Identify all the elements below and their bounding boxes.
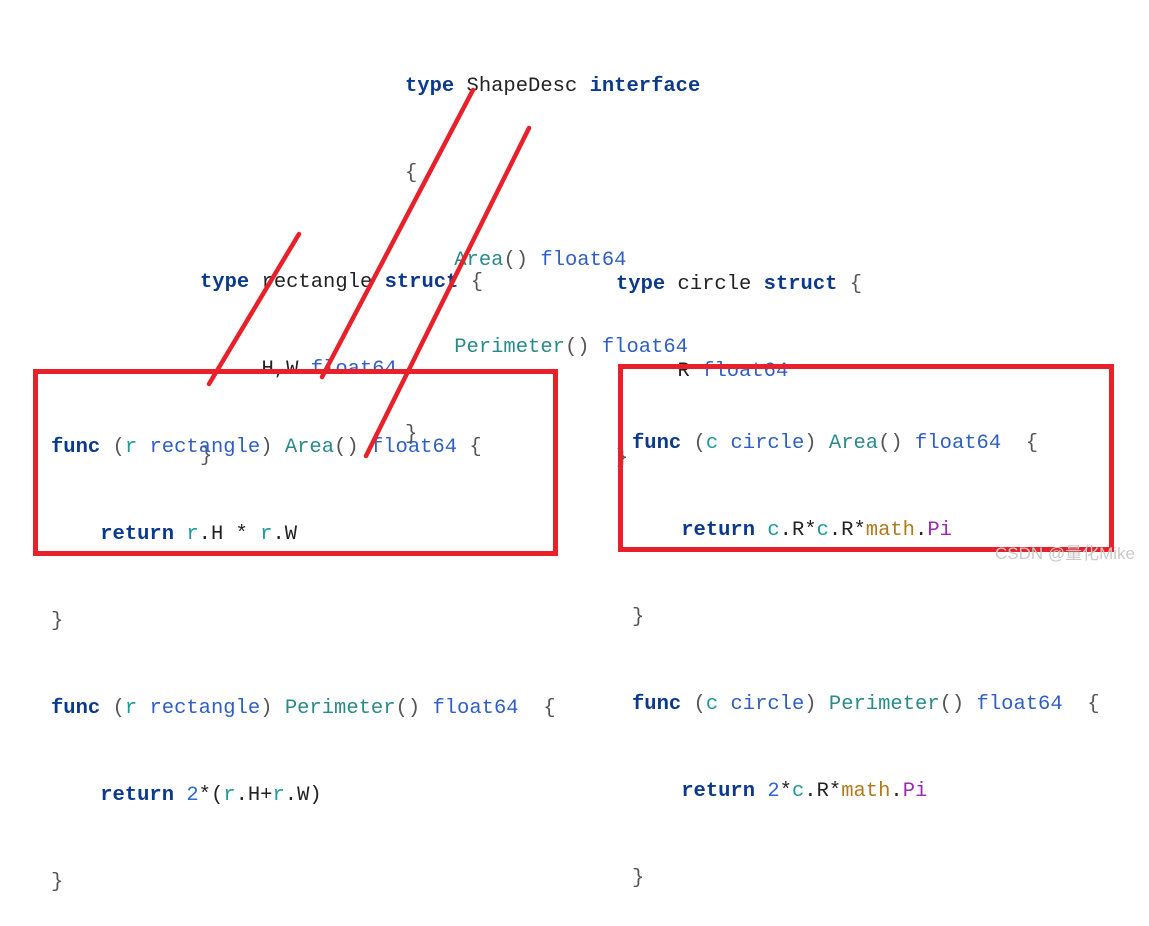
return-expression: 2*(r.H+r.W) [186, 784, 321, 807]
expression-token: .R* [804, 780, 842, 803]
connector-area [319, 87, 476, 380]
expression-token: Pi [902, 780, 928, 803]
expression-token: .W) [284, 784, 322, 807]
connector-receiver [206, 231, 302, 387]
expression-token: .H+ [235, 784, 273, 807]
expression-token: r [223, 784, 236, 807]
expression-token: r [272, 784, 285, 807]
expression-token: 2 [767, 780, 780, 803]
expression-token: * [779, 780, 792, 803]
connector-overlay [206, 87, 532, 459]
return-expression: 2*c.R*math.Pi [767, 780, 927, 803]
expression-token: 2 [186, 784, 199, 807]
circle-perimeter-method: func (c circle) Perimeter() float64 { [632, 693, 1100, 716]
expression-token: math [841, 780, 891, 803]
expression-token: *( [198, 784, 224, 807]
watermark: CSDN @量化Mike [994, 544, 1135, 563]
connector-perimeter [363, 125, 532, 459]
expression-token: c [791, 780, 805, 803]
rectangle-perimeter-method: func (r rectangle) Perimeter() float64 { [51, 697, 556, 720]
expression-token: . [890, 780, 903, 803]
